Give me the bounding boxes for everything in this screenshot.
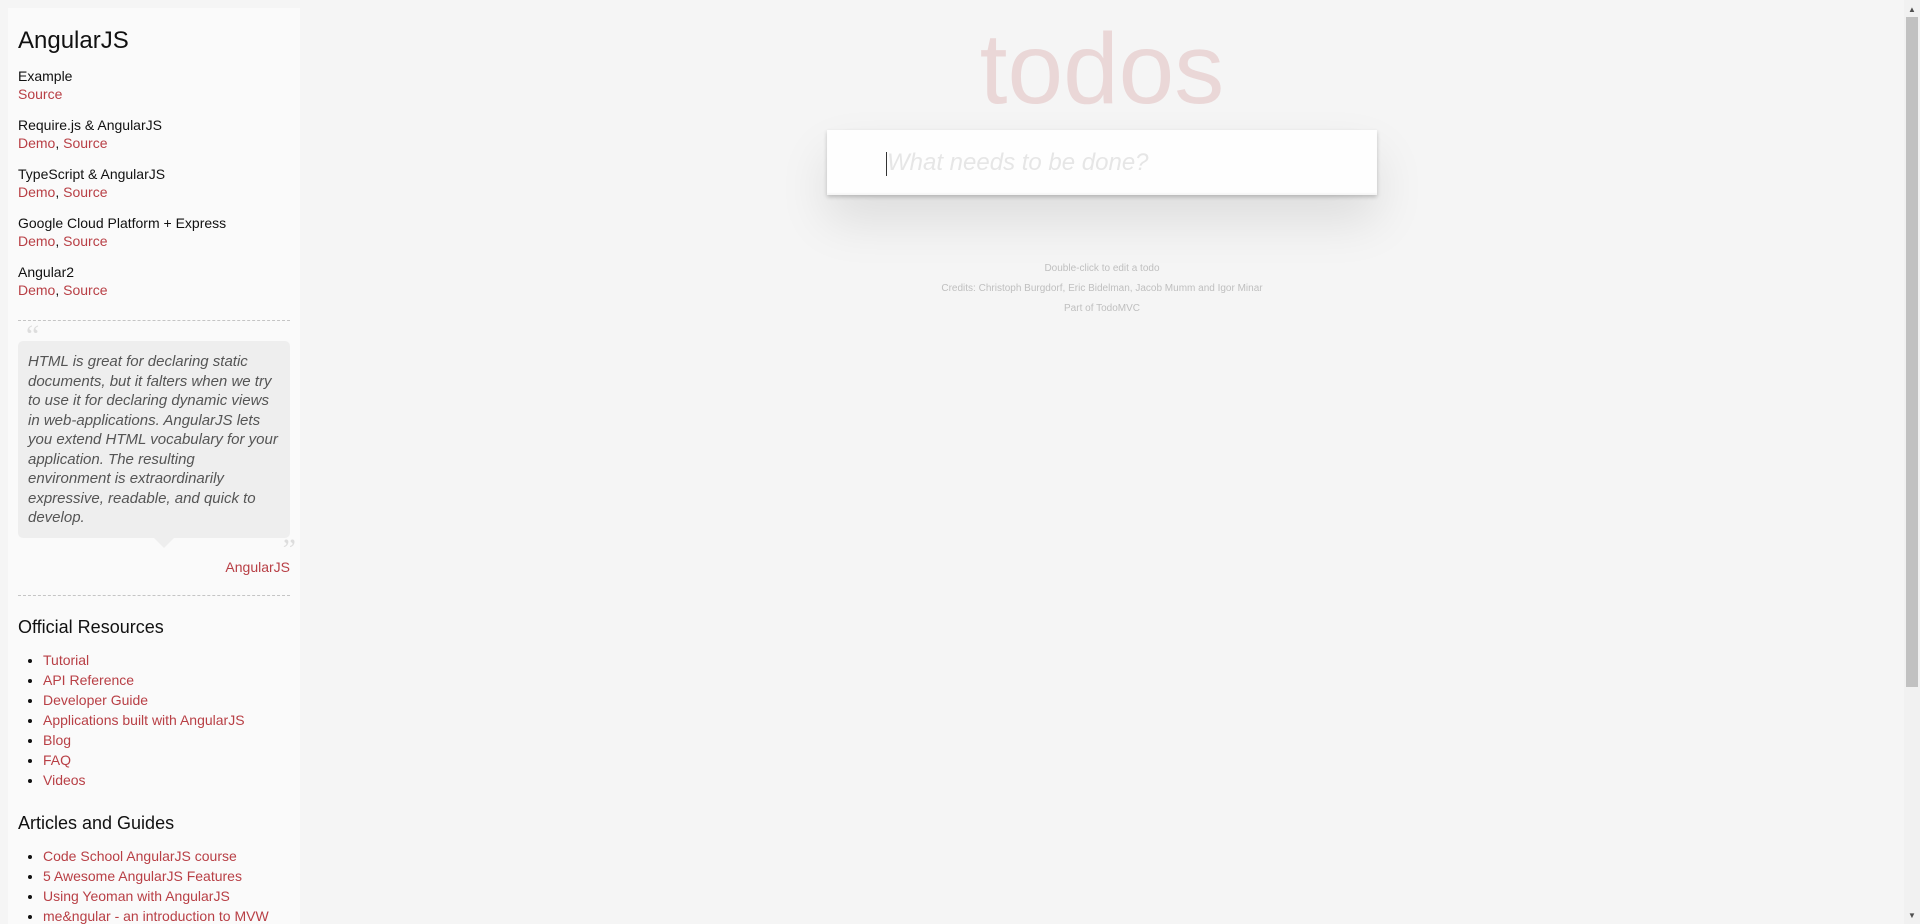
source-link[interactable]: Source: [63, 135, 107, 151]
divider: [18, 594, 290, 596]
article-link[interactable]: 5 Awesome AngularJS Features: [43, 868, 242, 884]
divider: [18, 320, 290, 321]
list-item: me&ngular - an introduction to MVW: [43, 906, 290, 924]
article-link[interactable]: me&ngular - an introduction to MVW: [43, 908, 269, 924]
resource-link[interactable]: API Reference: [43, 672, 134, 688]
official-resources-list: Tutorial API Reference Developer Guide A…: [18, 650, 290, 790]
source-link[interactable]: Source: [63, 282, 107, 298]
list-item: Applications built with AngularJS: [43, 710, 290, 730]
list-item: Code School AngularJS course: [43, 846, 290, 866]
info-footer: Double-click to edit a todo Credits: Chr…: [300, 259, 1904, 319]
resource-link[interactable]: Blog: [43, 732, 71, 748]
quote-text: HTML is great for declaring static docum…: [28, 353, 278, 526]
list-item: Blog: [43, 730, 290, 750]
resource-link[interactable]: Developer Guide: [43, 692, 148, 708]
demo-link[interactable]: Demo: [18, 135, 55, 151]
demo-link[interactable]: Demo: [18, 282, 55, 298]
source-link[interactable]: Source: [63, 184, 107, 200]
quote-footer: AngularJS: [18, 559, 290, 575]
scroll-thumb[interactable]: [1906, 17, 1918, 687]
example-links: Demo, Source: [18, 135, 108, 151]
example-name: Require.js & AngularJS: [18, 117, 162, 133]
credits: Credits: Christoph Burgdorf, Eric Bidelm…: [941, 283, 1263, 294]
list-item: API Reference: [43, 670, 290, 690]
example-item: Example Source: [18, 68, 290, 104]
source-link[interactable]: Source: [63, 233, 107, 249]
example-links: Source: [18, 85, 290, 104]
close-quote-icon: ”: [282, 533, 296, 566]
official-resources-heading: Official Resources: [18, 616, 164, 637]
todos-heading: todos: [979, 13, 1225, 125]
example-name: Angular2: [18, 264, 75, 280]
source-link[interactable]: Source: [18, 86, 62, 102]
examples-list: Example Source Require.js & AngularJS De…: [18, 68, 290, 300]
quote-arrow: [154, 537, 174, 548]
list-item: Using Yeoman with AngularJS: [43, 886, 290, 906]
quote: “ HTML is great for declaring static doc…: [18, 321, 296, 564]
resource-link[interactable]: Videos: [43, 772, 86, 788]
article-link[interactable]: Using Yeoman with AngularJS: [43, 888, 230, 904]
open-quote-icon: “: [26, 319, 40, 352]
resource-link[interactable]: Applications built with AngularJS: [43, 712, 245, 728]
part-of-todomvc: Part of TodoMVC: [1064, 303, 1140, 314]
articles-heading: Articles and Guides: [18, 812, 175, 833]
scroll-up-icon[interactable]: ▲: [1904, 2, 1920, 16]
example-name: Google Cloud Platform + Express: [18, 215, 227, 231]
list-item: Videos: [43, 770, 290, 790]
app-title: AngularJS: [18, 27, 129, 54]
example-links: Demo, Source: [18, 282, 108, 298]
list-item: Developer Guide: [43, 690, 290, 710]
example-item: Google Cloud Platform + Express Demo, So…: [18, 215, 290, 251]
sidebar: AngularJS Example Source Require.js & An…: [8, 8, 300, 924]
example-item: Require.js & AngularJS Demo, Source: [18, 117, 290, 153]
demo-link[interactable]: Demo: [18, 233, 55, 249]
list-item: 5 Awesome AngularJS Features: [43, 866, 290, 886]
list-item: Tutorial: [43, 650, 290, 670]
text-caret: [886, 152, 887, 176]
scroll-down-icon[interactable]: ▼: [1904, 908, 1920, 922]
list-item: FAQ: [43, 750, 290, 770]
edit-hint: Double-click to edit a todo: [1044, 263, 1160, 274]
example-links: Demo, Source: [18, 184, 108, 200]
quote-source-link[interactable]: AngularJS: [225, 559, 290, 575]
demo-link[interactable]: Demo: [18, 184, 55, 200]
article-link[interactable]: Code School AngularJS course: [43, 848, 237, 864]
todoapp: todos Double-click to edit a todo Credit…: [300, 0, 1904, 924]
resource-link[interactable]: FAQ: [43, 752, 71, 768]
example-item: TypeScript & AngularJS Demo, Source: [18, 166, 290, 202]
example-item: Angular2 Demo, Source: [18, 264, 290, 300]
example-links: Demo, Source: [18, 233, 108, 249]
example-name: Example: [18, 68, 73, 84]
example-name: TypeScript & AngularJS: [18, 166, 166, 182]
articles-list: Code School AngularJS course 5 Awesome A…: [18, 846, 290, 924]
vertical-scrollbar[interactable]: ▲ ▼: [1904, 0, 1920, 924]
new-todo-input[interactable]: [827, 130, 1377, 195]
resource-link[interactable]: Tutorial: [43, 652, 89, 668]
todo-panel: [827, 130, 1377, 195]
